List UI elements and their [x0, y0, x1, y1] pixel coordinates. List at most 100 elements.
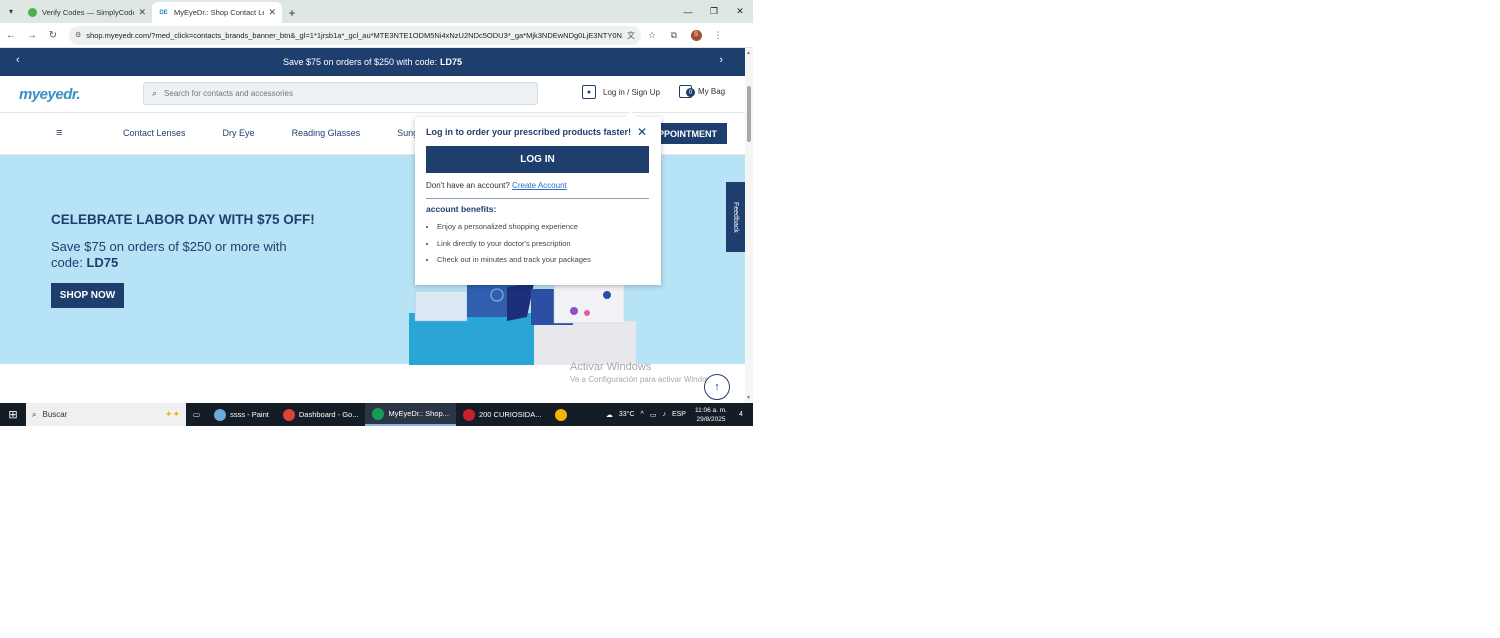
- search-bar[interactable]: ⌕: [143, 82, 538, 105]
- shop-now-button[interactable]: SHOP NOW: [51, 283, 124, 308]
- screen: ▾ Verify Codes — SimplyCodes ✕ DE MyEyeD…: [0, 0, 753, 426]
- taskbar-item-paint[interactable]: ssss - Paint: [207, 403, 276, 426]
- hero-code: LD75: [86, 255, 119, 270]
- windows-start-icon[interactable]: ⊞: [0, 403, 26, 426]
- weather-icon[interactable]: ☁: [606, 411, 613, 419]
- taskbar-item-opera[interactable]: 200 CURIOSIDA...: [456, 403, 549, 426]
- scroll-to-top-arrow-icon[interactable]: ↑: [704, 374, 730, 400]
- windows-taskbar: ⊞ ⌕ Buscar ✦✦ ▭ ssss - Paint Dashboard -…: [0, 403, 753, 426]
- chrome-icon: [555, 408, 568, 421]
- login-popover: Log in to order your prescribed products…: [415, 111, 661, 285]
- promo-text: Save $75 on orders of $250 with code:: [282, 57, 438, 67]
- translate-icon[interactable]: 文: [627, 30, 635, 41]
- taskbar-item-chrome-dashboard[interactable]: Dashboard - Go...: [276, 403, 366, 426]
- hero-subline: Save $75 on orders of $250 or more with …: [51, 239, 287, 270]
- login-signup-link[interactable]: ● Log in / Sign Up: [582, 85, 660, 99]
- taskbar-item-chrome-myeyedr[interactable]: MyEyeDr.: Shop...: [365, 403, 456, 426]
- chrome-icon: [282, 408, 295, 421]
- nav-link-reading-glasses[interactable]: Reading Glasses: [292, 128, 361, 138]
- tab-search-icon[interactable]: ▾: [0, 0, 22, 23]
- promo-banner: ‹ Save $75 on orders of $250 with code: …: [0, 48, 745, 76]
- page-scrollbar[interactable]: ▲ ▼: [745, 48, 753, 403]
- bookmark-star-icon[interactable]: ☆: [641, 25, 663, 45]
- promo-prev-chevron-icon[interactable]: ‹: [16, 54, 20, 66]
- tray-overflow-chevron-icon[interactable]: ^: [641, 411, 644, 418]
- browser-menu-icon[interactable]: ⋮: [707, 25, 729, 45]
- search-icon: ⌕: [32, 409, 37, 419]
- contact-lens-boxes-image: [409, 283, 636, 365]
- myeyedr-favicon-icon: DE: [158, 8, 169, 17]
- activate-windows-watermark: Activar Windows Ve a Configuración para …: [570, 361, 719, 384]
- my-bag-link[interactable]: 0 My Bag: [679, 85, 725, 98]
- search-input[interactable]: [164, 89, 505, 98]
- tab-title: MyEyeDr.: Shop Contact Lenses: [174, 8, 264, 17]
- myeyedr-logo[interactable]: myeyedr.: [19, 86, 81, 103]
- restore-icon[interactable]: ❐: [701, 0, 727, 23]
- address-bar[interactable]: ⚙ shop.myeyedr.com/?med_click=contacts_b…: [69, 25, 641, 45]
- benefits-list: Enjoy a personalized shopping experience…: [437, 222, 591, 272]
- browser-tab-simplycodes[interactable]: Verify Codes — SimplyCodes ✕: [22, 2, 152, 23]
- taskbar-search-label: Buscar: [42, 410, 68, 419]
- promo-code: LD75: [440, 57, 463, 67]
- reload-icon[interactable]: ↻: [43, 25, 63, 45]
- system-tray: ☁ 33°C ^ ▭ ♪ ESP 11:06 a. m. 29/8/2025 4: [603, 403, 753, 426]
- log-in-button[interactable]: LOG IN: [426, 146, 649, 173]
- site-info-icon[interactable]: ⚙: [75, 31, 81, 39]
- list-item: Check out in minutes and track your pack…: [437, 255, 591, 272]
- popover-caret: [625, 111, 637, 117]
- back-arrow-icon[interactable]: ←: [1, 25, 21, 45]
- opera-icon: [462, 408, 475, 421]
- browser-tabstrip: ▾ Verify Codes — SimplyCodes ✕ DE MyEyeD…: [0, 0, 753, 23]
- language-indicator[interactable]: ESP: [672, 411, 686, 418]
- taskbar-search[interactable]: ⌕ Buscar ✦✦: [26, 403, 186, 426]
- scrollbar-thumb[interactable]: [747, 86, 751, 142]
- create-account-link[interactable]: Create Account: [512, 181, 567, 190]
- weather-temp[interactable]: 33°C: [619, 411, 635, 418]
- list-item: Link directly to your doctor's prescript…: [437, 239, 591, 256]
- close-tab-icon[interactable]: ✕: [138, 7, 146, 18]
- promo-next-chevron-icon[interactable]: ›: [719, 54, 723, 66]
- forward-arrow-icon[interactable]: →: [22, 25, 42, 45]
- new-tab-icon[interactable]: +: [282, 2, 302, 23]
- nav-links: Contact Lenses Dry Eye Reading Glasses S…: [123, 128, 455, 138]
- no-account-text: Don't have an account? Create Account: [426, 181, 567, 190]
- tab-title: Verify Codes — SimplyCodes: [42, 8, 135, 17]
- page-viewport: ‹ Save $75 on orders of $250 with code: …: [0, 48, 745, 403]
- hero-headline: CELEBRATE LABOR DAY WITH $75 OFF!: [51, 212, 315, 227]
- feedback-tab[interactable]: Feedback: [726, 182, 745, 252]
- benefits-heading: account benefits:: [426, 204, 497, 214]
- clock[interactable]: 11:06 a. m. 29/8/2025: [695, 406, 727, 424]
- speaker-icon[interactable]: ♪: [662, 411, 666, 418]
- profile-avatar[interactable]: S: [685, 25, 707, 45]
- divider: [426, 198, 649, 199]
- list-item: Enjoy a personalized shopping experience: [437, 222, 591, 239]
- close-window-icon[interactable]: ✕: [727, 0, 753, 23]
- close-icon[interactable]: ✕: [637, 125, 647, 139]
- nav-link-contact-lenses[interactable]: Contact Lenses: [123, 128, 186, 138]
- task-view-icon[interactable]: ▭: [186, 403, 207, 426]
- shopping-bag-icon: 0: [679, 85, 695, 98]
- browser-toolbar: ← → ↻ ⚙ shop.myeyedr.com/?med_click=cont…: [0, 23, 753, 48]
- copilot-sparkle-icon[interactable]: ✦✦: [165, 409, 180, 420]
- window-controls: — ❐ ✕: [675, 0, 753, 23]
- url-text[interactable]: shop.myeyedr.com/?med_click=contacts_bra…: [86, 31, 623, 40]
- nav-link-dry-eye[interactable]: Dry Eye: [223, 128, 255, 138]
- hamburger-menu-icon[interactable]: ≡: [56, 128, 67, 139]
- browser-tab-myeyedr[interactable]: DE MyEyeDr.: Shop Contact Lenses ✕: [152, 2, 282, 23]
- search-icon: ⌕: [152, 88, 158, 98]
- bag-count-badge: 0: [686, 88, 695, 97]
- login-label: Log in / Sign Up: [603, 87, 660, 97]
- extensions-icon[interactable]: ⧉: [663, 25, 685, 45]
- minimize-icon[interactable]: —: [675, 0, 701, 23]
- taskbar-item-chrome[interactable]: [548, 403, 578, 426]
- bag-label: My Bag: [698, 87, 726, 96]
- network-icon[interactable]: ▭: [650, 411, 657, 419]
- notification-icon[interactable]: 4: [733, 407, 749, 423]
- chrome-icon: [372, 407, 385, 420]
- scroll-up-icon[interactable]: ▲: [746, 50, 751, 56]
- user-icon: ●: [582, 85, 596, 99]
- popover-title: Log in to order your prescribed products…: [426, 127, 632, 137]
- scroll-down-icon[interactable]: ▼: [746, 395, 751, 401]
- paint-icon: [214, 408, 227, 421]
- close-tab-icon[interactable]: ✕: [268, 7, 276, 18]
